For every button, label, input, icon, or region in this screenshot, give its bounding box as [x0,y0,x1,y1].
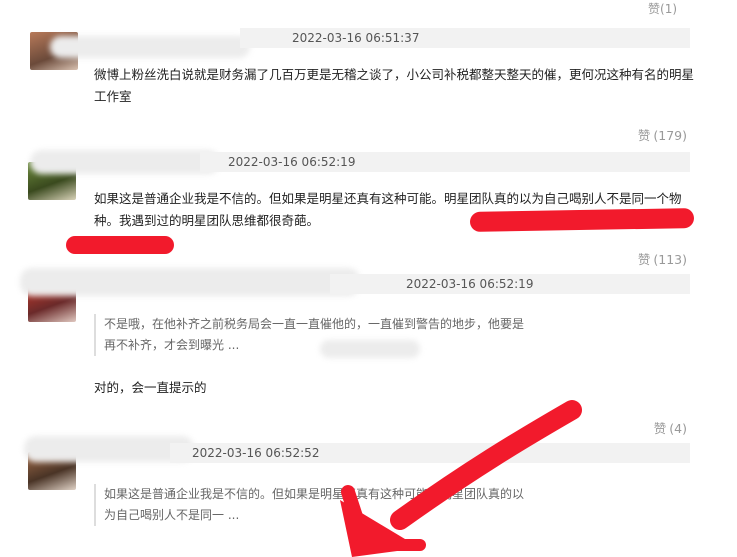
username-blur [30,150,220,174]
timestamp: 2022-03-16 06:52:19 [228,155,356,169]
quoted-reply: 如果这是普通企业我是不信的。但如果是明星还真有这种可能。明星团队真的以为自己喝别… [94,484,524,526]
like-button[interactable]: 赞 (113) [638,249,687,268]
like-count: (179) [653,128,687,143]
like-icon: 赞 [648,2,661,16]
quoted-reply: 不是哦，在他补齐之前税务局会一直一直催他的，一直催到警告的地步，他要是再不补齐，… [94,314,534,356]
timestamp: 2022-03-16 06:52:52 [192,446,320,460]
like-icon: 赞 [653,421,667,436]
underline-annotation [469,208,695,232]
top-like-count[interactable]: 赞(1) [648,0,677,17]
comment-text: 对的，会一直提示的 [94,380,207,395]
username-blur [50,36,250,58]
timestamp: 2022-03-16 06:51:37 [292,31,420,45]
like-count: (113) [653,252,687,267]
comment-header: 2022-03-16 06:51:37 [240,28,690,48]
timestamp: 2022-03-16 06:52:19 [406,277,534,291]
like-count: (4) [669,421,687,436]
like-button[interactable]: 赞 (4) [654,418,687,437]
comment-header: 2022-03-16 06:52:19 [200,152,690,172]
comment-header: 2022-03-16 06:52:19 [330,274,690,294]
like-icon: 赞 [637,252,651,267]
like-button[interactable]: 赞 (179) [638,125,687,144]
quote-blur [320,340,420,358]
comment-header: 2022-03-16 06:52:52 [170,443,690,463]
underline-annotation [66,236,174,254]
username-blur [20,268,360,296]
comment-text: 微博上粉丝洗白说就是财务漏了几百万更是无稽之谈了，小公司补税都整天整天的催，更何… [94,67,695,104]
username-blur [24,436,194,462]
like-icon: 赞 [637,128,651,143]
